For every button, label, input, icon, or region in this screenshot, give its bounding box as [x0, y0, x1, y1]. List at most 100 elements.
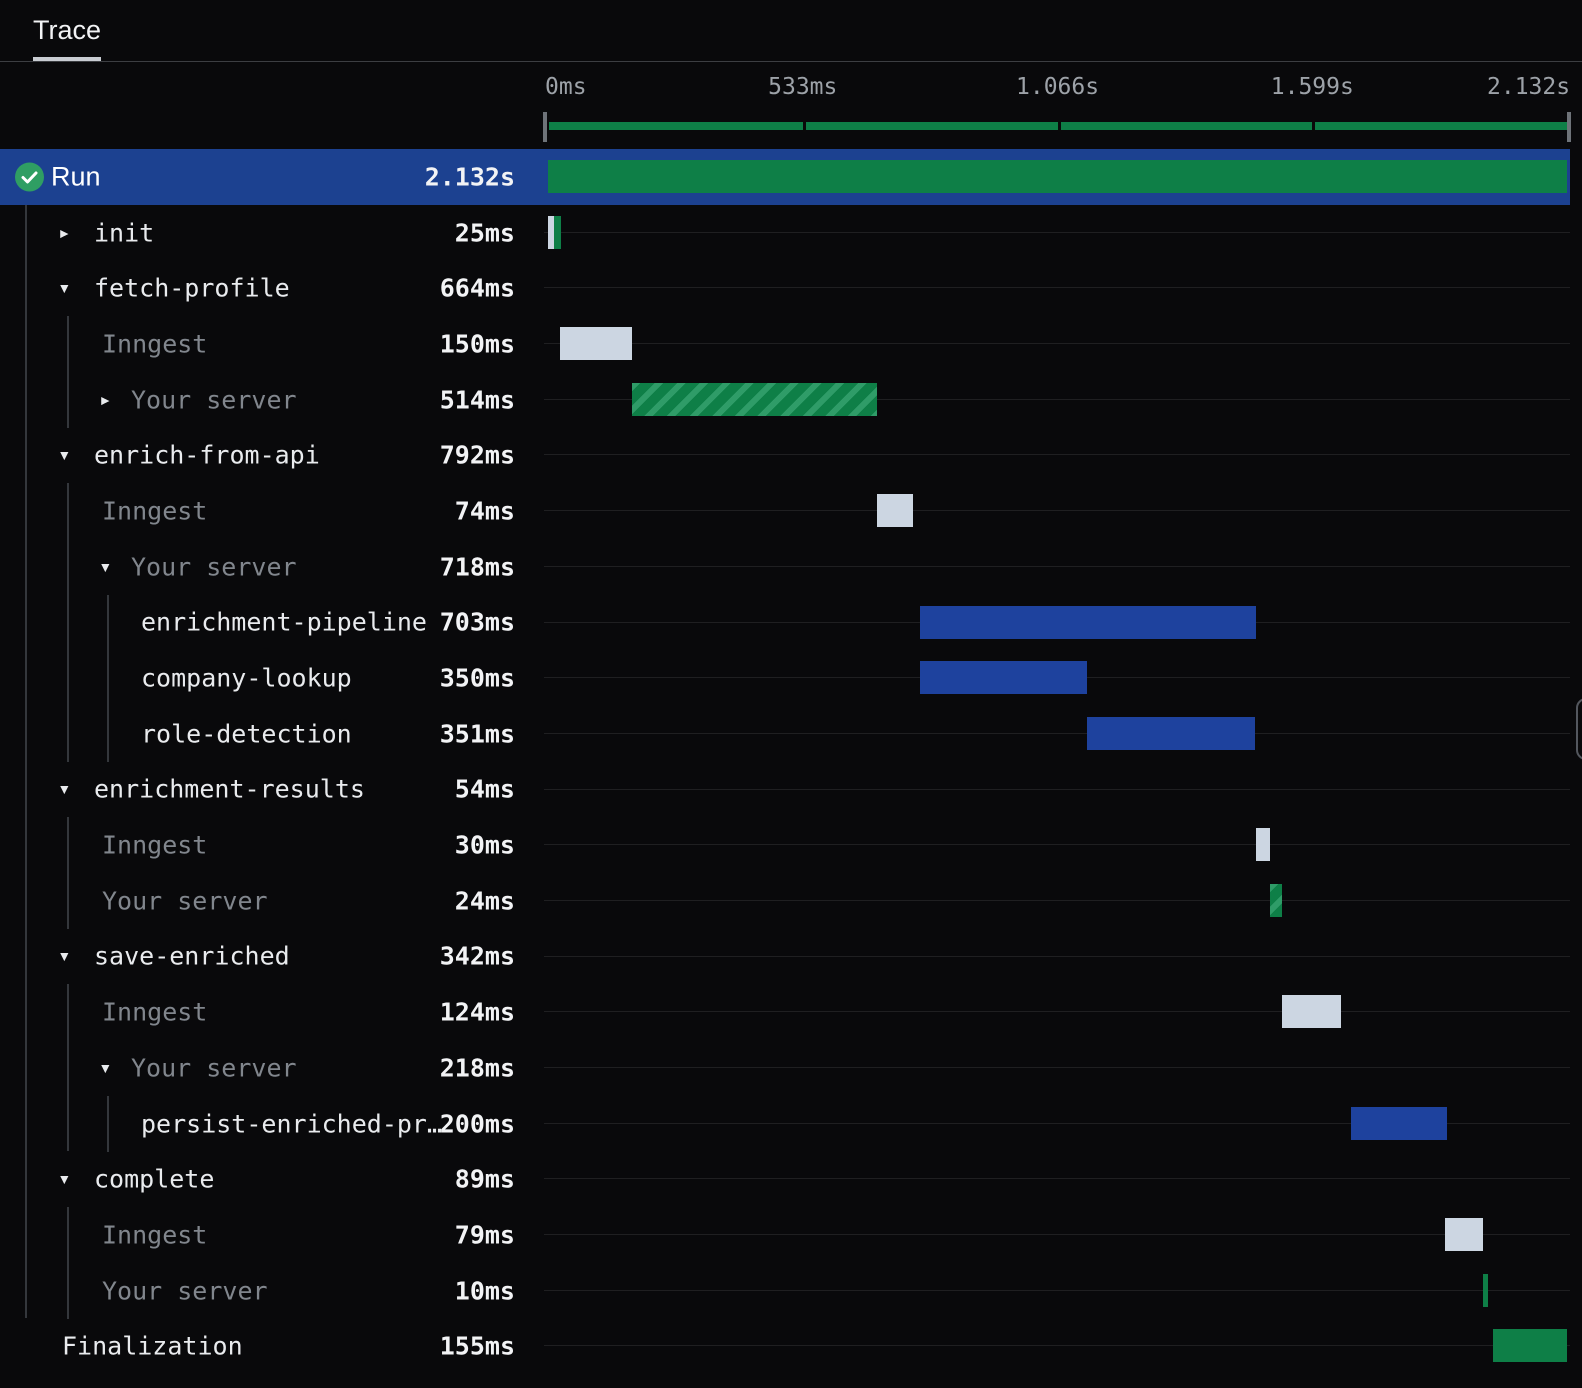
- row-lane-line: [544, 732, 1570, 734]
- span-duration: 718ms: [439, 552, 515, 582]
- scrollbar-thumb[interactable]: [1576, 698, 1582, 760]
- ruler-tick-label: 0ms: [545, 74, 587, 100]
- span-bar-your-server[interactable]: [1270, 883, 1282, 917]
- row-your-server[interactable]: Your server 10ms: [0, 1263, 1570, 1319]
- span-duration: 155ms: [439, 1331, 515, 1361]
- ruler-tick-label: 1.599s: [1270, 74, 1354, 100]
- indent-guide: [67, 483, 69, 762]
- row-lane-line: [544, 287, 1570, 289]
- active-tab-indicator: [33, 57, 101, 61]
- span-duration: 30ms: [454, 830, 515, 860]
- row-inngest[interactable]: Inngest 150ms: [0, 316, 1570, 372]
- indent-guide: [67, 316, 69, 428]
- span-bar-inngest[interactable]: [1445, 1218, 1483, 1252]
- row-lane-line: [544, 1234, 1570, 1236]
- ruler-mid-tick: [802, 120, 806, 132]
- span-duration: 200ms: [439, 1109, 515, 1139]
- row-lane-line: [544, 454, 1570, 456]
- span-bar-inngest[interactable]: [877, 494, 913, 528]
- span-duration: 10ms: [454, 1276, 515, 1306]
- span-duration: 350ms: [439, 663, 515, 693]
- tab-bar: Trace: [0, 0, 1582, 62]
- span-duration: 74ms: [454, 496, 515, 526]
- indent-guide: [67, 984, 69, 1151]
- ruler-start-tick: [543, 112, 547, 142]
- row-lane-line: [544, 788, 1570, 790]
- span-bar-role-detection[interactable]: [1087, 716, 1255, 750]
- span-bar-company-lookup[interactable]: [919, 661, 1088, 695]
- row-enrichment-pipeline[interactable]: enrichment-pipeline 703ms: [0, 595, 1570, 651]
- indent-guide: [67, 1207, 69, 1319]
- span-bar-enrichment-pipeline[interactable]: [919, 605, 1256, 639]
- ruler-end-tick: [1567, 112, 1572, 142]
- span-bar-inngest[interactable]: [559, 327, 632, 361]
- span-duration: 664ms: [439, 273, 515, 303]
- row-lane-line: [544, 899, 1570, 901]
- indent-guide: [25, 205, 27, 1318]
- row-lane-line: [544, 1067, 1570, 1068]
- row-lane-line: [544, 1289, 1570, 1291]
- ruler-mid-tick: [1057, 120, 1061, 132]
- row-lane-line: [544, 343, 1570, 345]
- span-duration: 25ms: [454, 218, 515, 248]
- row-lane-line: [544, 1178, 1570, 1180]
- row-lane-line: [544, 1345, 1570, 1347]
- row-role-detection[interactable]: role-detection 351ms: [0, 706, 1570, 762]
- row-complete[interactable]: ▾ complete 89ms: [0, 1151, 1570, 1207]
- span-duration: 703ms: [439, 607, 515, 637]
- row-run[interactable]: Run 2.132s: [0, 149, 1570, 205]
- span-duration: 79ms: [454, 1220, 515, 1250]
- trace-rows: Run 2.132s ▸ init 25ms ▾ fetch-profile 664ms Inn…: [0, 149, 1570, 1374]
- span-bar-inngest[interactable]: [1255, 828, 1271, 862]
- span-bar-run[interactable]: [548, 160, 1568, 193]
- row-lane-line: [544, 565, 1570, 567]
- span-bar-your-server[interactable]: [631, 382, 878, 416]
- span-duration: 514ms: [439, 385, 515, 415]
- row-your-server[interactable]: ▸ Your server 514ms: [0, 372, 1570, 428]
- ruler-tick-label: 1.066s: [1016, 74, 1100, 100]
- row-company-lookup[interactable]: company-lookup 350ms: [0, 650, 1570, 706]
- tab-trace[interactable]: Trace: [33, 0, 101, 61]
- ruler-tick-label: 533ms: [768, 74, 838, 100]
- row-your-server[interactable]: ▾ Your server 218ms: [0, 1040, 1570, 1096]
- row-inngest[interactable]: Inngest 74ms: [0, 483, 1570, 539]
- row-save-enriched[interactable]: ▾ save-enriched 342ms: [0, 929, 1570, 985]
- row-persist-enriched-pr[interactable]: persist-enriched-pr… 200ms: [0, 1096, 1570, 1152]
- row-your-server[interactable]: Your server 24ms: [0, 873, 1570, 929]
- row-fetch-profile[interactable]: ▾ fetch-profile 664ms: [0, 260, 1570, 316]
- span-duration: 89ms: [454, 1164, 515, 1194]
- row-enrichment-results[interactable]: ▾ enrichment-results 54ms: [0, 762, 1570, 818]
- span-duration: 351ms: [439, 719, 515, 749]
- row-lane-line: [544, 955, 1570, 957]
- row-inngest[interactable]: Inngest 124ms: [0, 984, 1570, 1040]
- span-duration: 124ms: [439, 997, 515, 1027]
- span-bar-init[interactable]: [548, 215, 561, 249]
- span-bar-finalization[interactable]: [1493, 1329, 1568, 1363]
- span-duration: 2.132s: [424, 162, 515, 192]
- ruler-tick-label: 2.132s: [1487, 74, 1571, 100]
- row-inngest[interactable]: Inngest 79ms: [0, 1207, 1570, 1263]
- ruler-mid-tick: [1312, 120, 1316, 132]
- timeline-ruler: 0ms 533ms 1.066s 1.599s 2.132s: [0, 62, 1582, 149]
- span-bar-persist-enriched-pr[interactable]: [1351, 1106, 1447, 1140]
- span-duration: 24ms: [454, 886, 515, 916]
- span-duration: 54ms: [454, 774, 515, 804]
- row-inngest[interactable]: Inngest 30ms: [0, 817, 1570, 873]
- indent-guide: [107, 1096, 109, 1152]
- row-enrich-from-api[interactable]: ▾ enrich-from-api 792ms: [0, 427, 1570, 483]
- indent-guide: [107, 595, 109, 762]
- indent-guide: [67, 817, 69, 929]
- trace-panel: Trace 0ms 533ms 1.066s 1.599s 2.132s Run 2.13…: [0, 0, 1582, 1388]
- row-init[interactable]: ▸ init 25ms: [0, 205, 1570, 261]
- tab-trace-label: Trace: [33, 15, 102, 45]
- span-bar-inngest[interactable]: [1281, 995, 1341, 1029]
- row-lane-line: [544, 231, 1570, 233]
- span-duration: 342ms: [439, 941, 515, 971]
- row-lane-line: [544, 844, 1570, 846]
- span-duration: 792ms: [439, 440, 515, 470]
- span-bar-your-server[interactable]: [1482, 1273, 1488, 1307]
- row-finalization[interactable]: Finalization 155ms: [0, 1318, 1570, 1374]
- row-lane-line: [544, 1011, 1570, 1013]
- row-lane-line: [544, 510, 1570, 512]
- row-your-server[interactable]: ▾ Your server 718ms: [0, 539, 1570, 595]
